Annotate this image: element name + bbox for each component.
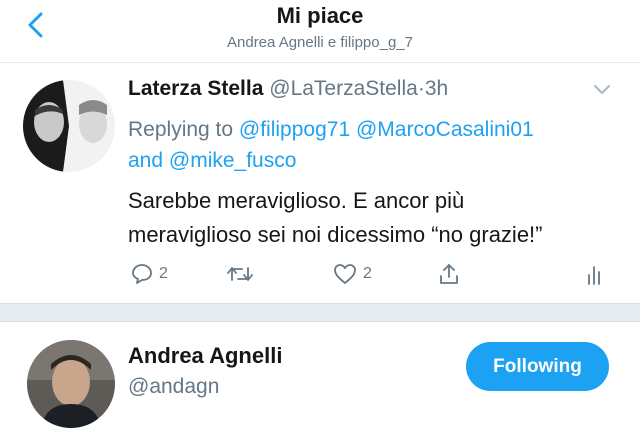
tweet-text-line: Sarebbe meraviglioso. E ancor più — [128, 188, 465, 213]
like-button[interactable]: 2 — [333, 258, 372, 290]
user-handle[interactable]: @andagn — [128, 375, 219, 399]
analytics-icon — [588, 266, 600, 285]
following-button[interactable]: Following — [466, 342, 609, 391]
avatar[interactable] — [27, 340, 115, 428]
page-title: Mi piace — [276, 3, 364, 28]
share-icon — [440, 264, 458, 284]
mention-and: and — [128, 149, 164, 172]
caret-down-icon[interactable] — [592, 83, 612, 97]
share-button[interactable] — [438, 258, 460, 290]
replying-to: Replying to @filippog71 @MarcoCasalini01… — [128, 114, 628, 176]
tweet-header: Laterza Stella @LaTerzaStella·3h — [128, 77, 448, 101]
user-name[interactable]: Andrea Agnelli — [128, 343, 282, 369]
avatar[interactable] — [23, 80, 115, 172]
tweet-author-name[interactable]: Laterza Stella — [128, 77, 263, 100]
mention-link[interactable]: @MarcoCasalini01 — [356, 118, 534, 141]
comment-icon — [132, 264, 152, 284]
retweet-button[interactable] — [226, 258, 254, 290]
heart-icon — [334, 264, 356, 284]
replying-to-label: Replying to — [128, 118, 239, 141]
reply-button[interactable]: 2 — [131, 258, 168, 290]
tweet-text: Sarebbe meraviglioso. E ancor più meravi… — [128, 184, 628, 252]
reply-count: 2 — [159, 265, 168, 282]
mention-link[interactable]: @filippog71 — [239, 118, 350, 141]
dot-separator: · — [417, 77, 425, 100]
tweet-author-handle[interactable]: @LaTerzaStella — [269, 77, 418, 100]
analytics-button[interactable] — [586, 258, 602, 290]
header-bar: Mi piace Andrea Agnelli e filippo_g_7 — [0, 0, 640, 63]
tweet-text-line: meraviglioso sei noi dicessimo “no grazi… — [128, 222, 543, 247]
tweet-actions: 2 2 — [0, 258, 640, 290]
section-separator — [0, 303, 640, 322]
mention-link[interactable]: @mike_fusco — [169, 149, 297, 172]
tweet-time: 3h — [424, 77, 449, 100]
page-subtitle: Andrea Agnelli e filippo_g_7 — [227, 34, 413, 51]
retweet-icon — [227, 267, 253, 281]
like-count: 2 — [363, 265, 372, 282]
